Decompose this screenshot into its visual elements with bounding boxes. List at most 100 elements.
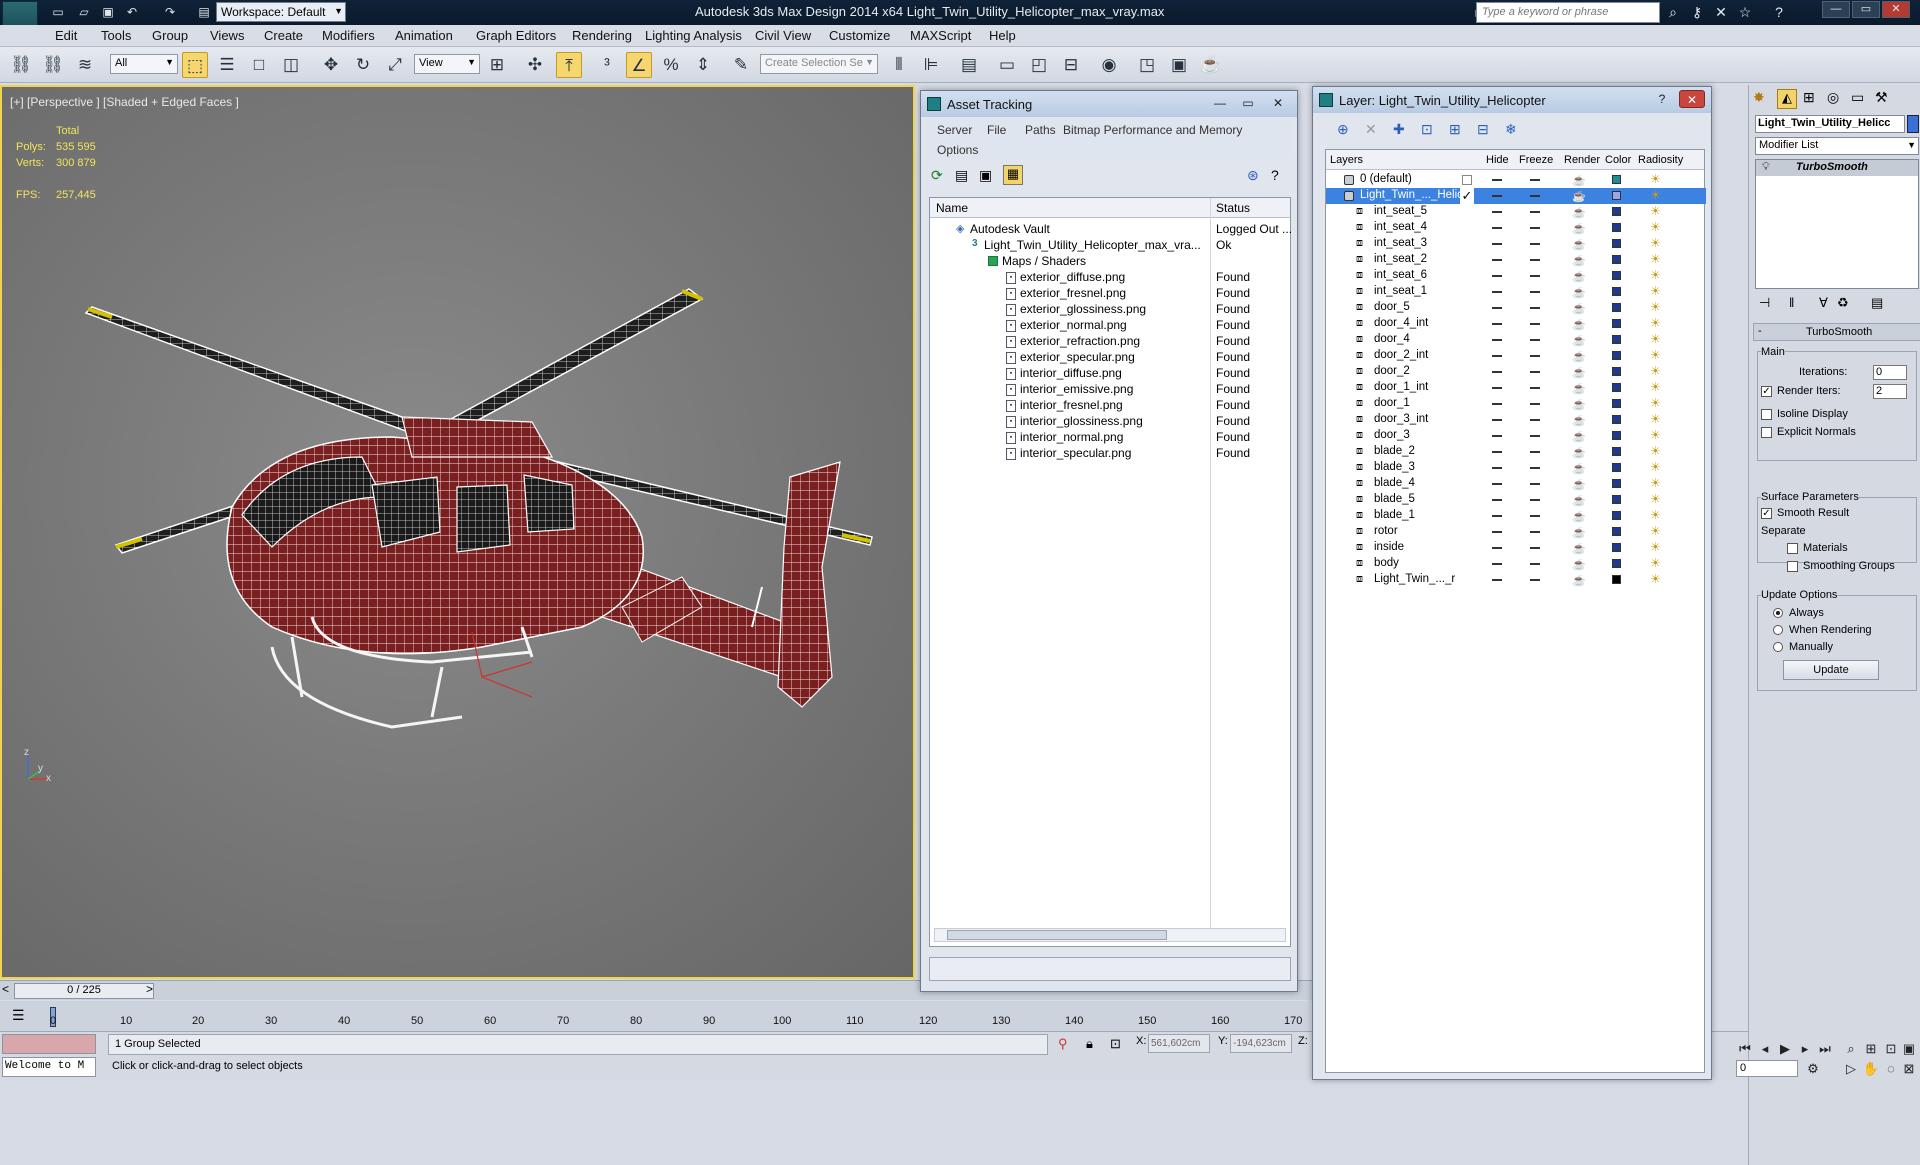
layer-object-row[interactable]: ⧈ int_seat_1 ☕ ☀: [1326, 284, 1706, 300]
menu-file[interactable]: File: [987, 123, 1006, 137]
track-bar[interactable]: ☰ 0 10 20 30 40 50 60 70 80 90 100 110 1…: [0, 1001, 1310, 1031]
freeze-toggle[interactable]: [1530, 307, 1540, 309]
hide-toggle[interactable]: [1492, 307, 1502, 309]
asset-row-file[interactable]: exterior_normal.png: [1020, 318, 1127, 332]
hide-toggle[interactable]: [1492, 563, 1502, 565]
asset-row-file[interactable]: interior_glossiness.png: [1020, 414, 1143, 428]
layer-object-name[interactable]: rotor: [1374, 525, 1398, 537]
asset-row-maps-folder[interactable]: Maps / Shaders: [1002, 254, 1086, 268]
layer-color-swatch[interactable]: [1612, 367, 1621, 376]
layer-color-swatch[interactable]: [1612, 303, 1621, 312]
freeze-toggle[interactable]: [1530, 323, 1540, 325]
layer-object-name[interactable]: int_seat_4: [1374, 221, 1427, 233]
column-header-radiosity[interactable]: Radiosity: [1638, 154, 1683, 166]
render-teapot-icon[interactable]: ☕: [1572, 462, 1586, 475]
go-to-end-icon[interactable]: ⏭: [1816, 1040, 1834, 1058]
layer-object-row[interactable]: ⧈ blade_2 ☕ ☀: [1326, 444, 1706, 460]
asset-path-field[interactable]: [929, 957, 1291, 981]
layer-color-swatch[interactable]: [1612, 399, 1621, 408]
layer-object-row[interactable]: ⧈ blade_4 ☕ ☀: [1326, 476, 1706, 492]
layer-color-swatch[interactable]: [1612, 559, 1621, 568]
layer-color-swatch[interactable]: [1612, 287, 1621, 296]
radiosity-icon[interactable]: ☀: [1650, 348, 1661, 362]
pin-stack-icon[interactable]: ⊣: [1759, 295, 1770, 311]
remove-modifier-icon[interactable]: ♻: [1837, 295, 1849, 311]
search-input[interactable]: Type a keyword or phrase: [1476, 2, 1660, 23]
render-teapot-icon[interactable]: ☕: [1572, 510, 1586, 523]
column-header-color[interactable]: Color: [1605, 154, 1631, 166]
layer-object-name[interactable]: Light_Twin_..._r: [1374, 573, 1455, 585]
render-teapot-icon[interactable]: ☕: [1572, 366, 1586, 379]
smooth-result-checkbox[interactable]: ✓: [1761, 508, 1772, 519]
render-teapot-icon[interactable]: ☕: [1572, 302, 1586, 315]
update-button[interactable]: Update: [1783, 660, 1879, 680]
render-teapot-icon[interactable]: ☕: [1572, 174, 1586, 187]
menu-graph-editors[interactable]: Graph Editors: [476, 28, 556, 43]
layer-color-swatch[interactable]: [1612, 511, 1621, 520]
render-teapot-icon[interactable]: ☕: [1572, 494, 1586, 507]
keyboard-shortcut-override-icon[interactable]: ⤒: [556, 52, 582, 78]
freeze-toggle[interactable]: [1530, 435, 1540, 437]
unlink-icon[interactable]: ⛓: [40, 52, 66, 78]
hide-toggle[interactable]: [1492, 355, 1502, 357]
maximize-button[interactable]: ▭: [1852, 1, 1880, 18]
menu-create[interactable]: Create: [264, 28, 303, 43]
render-production-icon[interactable]: ☕: [1198, 52, 1224, 78]
hide-toggle[interactable]: [1492, 515, 1502, 517]
layer-object-row[interactable]: ⧈ door_1_int ☕ ☀: [1326, 380, 1706, 396]
viewport-toggle-icon[interactable]: ⊠: [1900, 1060, 1918, 1078]
time-slider-frame[interactable]: 0 / 225: [14, 983, 154, 999]
layer-row-default[interactable]: 0 (default) ☕ ☀: [1326, 172, 1706, 188]
hide-toggle[interactable]: [1492, 531, 1502, 533]
iterations-spinner[interactable]: 0: [1873, 365, 1907, 380]
select-manipulate-icon[interactable]: ✣: [522, 52, 548, 78]
asset-row-file[interactable]: exterior_refraction.png: [1020, 334, 1140, 348]
menu-help[interactable]: Help: [989, 28, 1016, 43]
render-teapot-icon[interactable]: ☕: [1572, 574, 1586, 587]
freeze-toggle[interactable]: [1530, 387, 1540, 389]
column-header-layers[interactable]: Layers: [1330, 154, 1363, 166]
isolate-selection-icon[interactable]: ⚲: [1058, 1036, 1068, 1052]
column-header-hide[interactable]: Hide: [1486, 154, 1509, 166]
hide-toggle[interactable]: [1492, 339, 1502, 341]
layer-object-name[interactable]: door_2_int: [1374, 349, 1428, 361]
hide-toggle[interactable]: [1492, 547, 1502, 549]
render-teapot-icon[interactable]: ☕: [1572, 286, 1586, 299]
layer-object-name[interactable]: int_seat_6: [1374, 269, 1427, 281]
hide-toggle[interactable]: [1492, 291, 1502, 293]
asset-row-file[interactable]: interior_specular.png: [1020, 446, 1131, 460]
radiosity-icon[interactable]: ☀: [1650, 492, 1661, 506]
freeze-toggle[interactable]: [1530, 211, 1540, 213]
layer-object-row[interactable]: ⧈ door_5 ☕ ☀: [1326, 300, 1706, 316]
hide-toggle[interactable]: [1492, 499, 1502, 501]
hide-toggle[interactable]: [1492, 211, 1502, 213]
edit-named-selection-icon[interactable]: ✎: [728, 52, 754, 78]
menu-customize[interactable]: Customize: [829, 28, 890, 43]
render-teapot-icon[interactable]: ☕: [1572, 478, 1586, 491]
render-teapot-icon[interactable]: ☕: [1572, 558, 1586, 571]
layer-color-swatch[interactable]: [1612, 463, 1621, 472]
menu-rendering[interactable]: Rendering: [572, 28, 632, 43]
display-tab-icon[interactable]: ▭: [1851, 89, 1864, 106]
radiosity-icon[interactable]: ☀: [1650, 396, 1661, 410]
freeze-toggle[interactable]: [1530, 499, 1540, 501]
layer-color-swatch[interactable]: [1612, 479, 1621, 488]
radiosity-icon[interactable]: ☀: [1650, 220, 1661, 234]
always-radio[interactable]: [1773, 608, 1783, 618]
configure-sets-icon[interactable]: ▤: [1871, 295, 1883, 311]
tools-icon[interactable]: ✕: [1712, 3, 1730, 21]
layer-object-row[interactable]: ⧈ door_1 ☕ ☀: [1326, 396, 1706, 412]
bind-spacewarp-icon[interactable]: ≋: [72, 52, 98, 78]
render-teapot-icon[interactable]: ☕: [1572, 318, 1586, 331]
menu-bitmap-performance[interactable]: Bitmap Performance and Memory: [1063, 123, 1242, 137]
collapse-icon[interactable]: -: [1758, 325, 1762, 337]
thumbnail-view-icon[interactable]: ▣: [979, 167, 992, 184]
layer-object-name[interactable]: door_3_int: [1374, 413, 1428, 425]
column-header-name[interactable]: Name: [936, 201, 968, 215]
close-button[interactable]: ✕: [1882, 1, 1910, 18]
close-button[interactable]: ✕: [1265, 94, 1291, 112]
hide-toggle[interactable]: [1492, 179, 1502, 181]
freeze-toggle[interactable]: [1530, 547, 1540, 549]
hide-toggle[interactable]: [1492, 275, 1502, 277]
asset-tracking-titlebar[interactable]: Asset Tracking — ▭ ✕: [921, 91, 1297, 117]
